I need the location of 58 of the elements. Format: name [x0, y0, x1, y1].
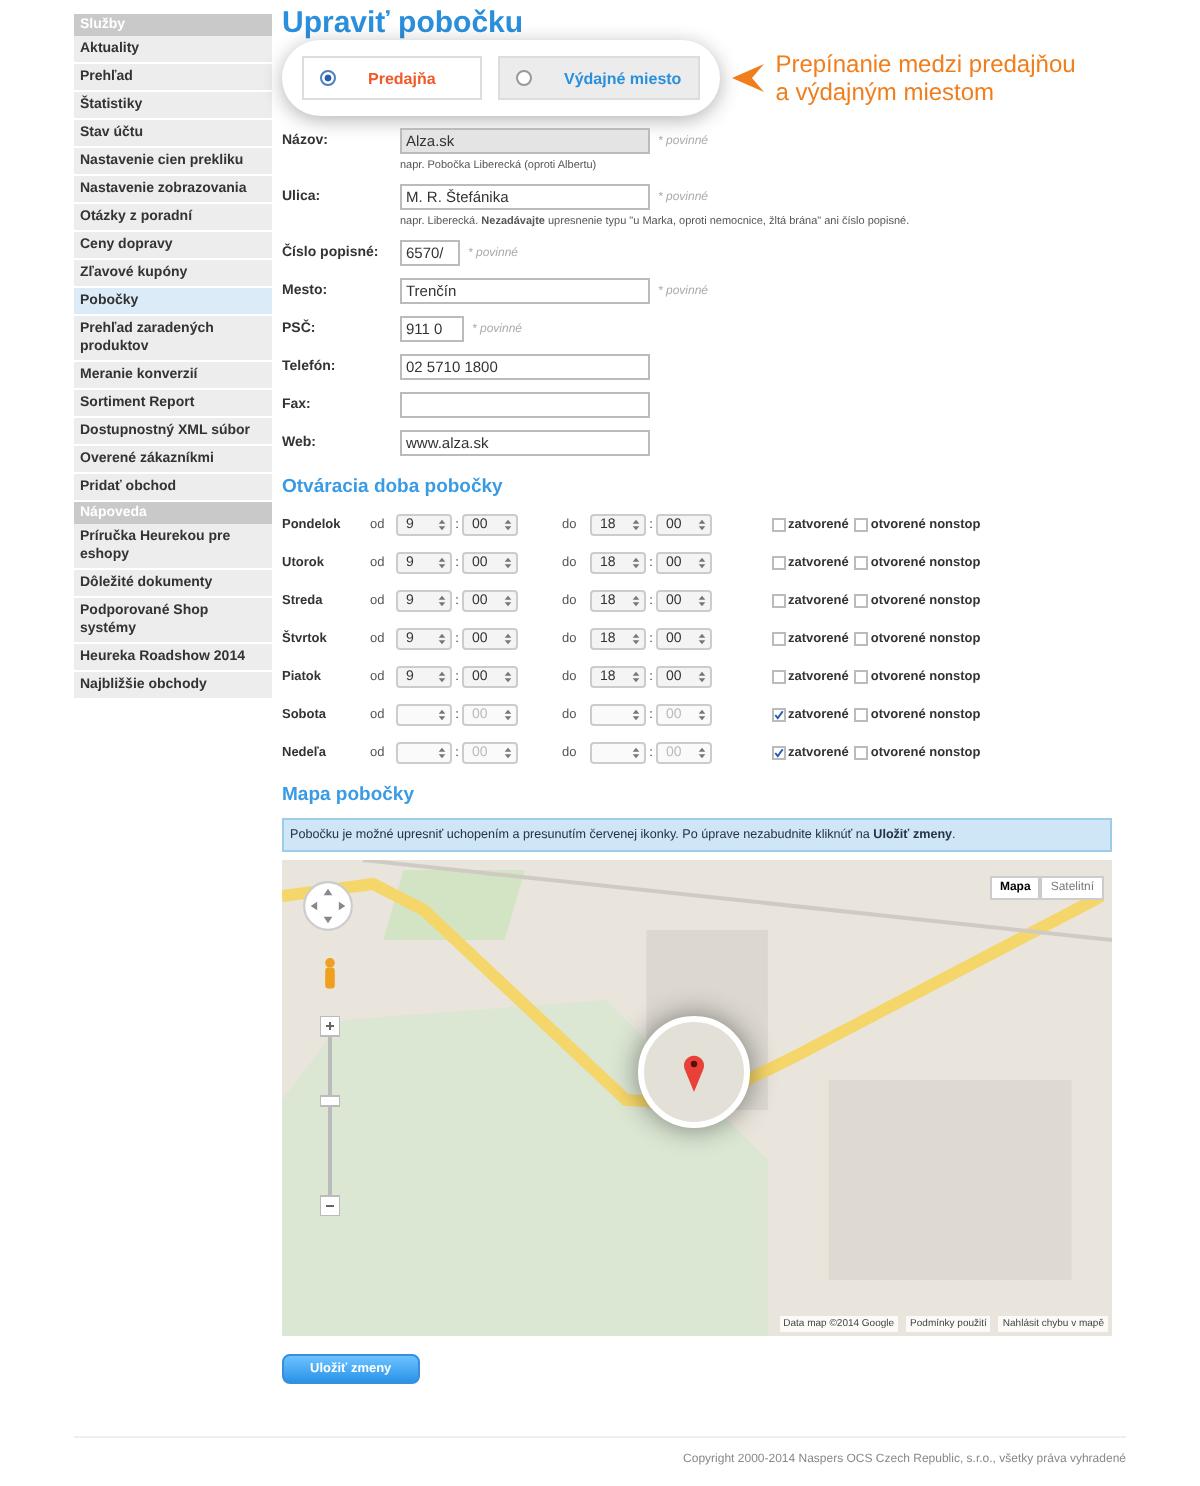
- pan-control-icon[interactable]: [302, 880, 354, 932]
- updown-arrows-icon: [698, 707, 706, 721]
- hour-select[interactable]: [396, 703, 452, 725]
- updown-arrows-icon: [504, 593, 512, 607]
- page-title: Upraviť pobočku: [282, 8, 526, 40]
- updown-arrows-icon: [698, 555, 706, 569]
- updown-arrows-icon: [698, 631, 706, 645]
- updown-arrows-icon: [438, 631, 446, 645]
- updown-arrows-icon: [698, 517, 706, 531]
- updown-arrows-icon: [438, 669, 446, 683]
- updown-arrows-icon: [504, 555, 512, 569]
- updown-arrows-icon: [504, 707, 512, 721]
- updown-arrows-icon: [438, 745, 446, 759]
- hour-select[interactable]: [590, 741, 646, 763]
- updown-arrows-icon: [504, 669, 512, 683]
- updown-arrows-icon: [504, 517, 512, 531]
- annotation-text: Prepínanie medzi predajňou a výdajným miestom: [775, 50, 1078, 106]
- checkbox[interactable]: [772, 517, 786, 531]
- checkbox[interactable]: [854, 707, 869, 721]
- radio-icon: [320, 70, 336, 86]
- section-heading: Mapa pobočky: [282, 784, 416, 806]
- input-field[interactable]: [400, 392, 650, 418]
- hour-select[interactable]: [396, 741, 452, 763]
- updown-arrows-icon: [438, 555, 446, 569]
- updown-arrows-icon: [438, 593, 446, 607]
- zoom-slider-icon[interactable]: [320, 1016, 340, 1216]
- checkbox[interactable]: [854, 669, 869, 683]
- updown-arrows-icon: [632, 745, 640, 759]
- updown-arrows-icon: [632, 555, 640, 569]
- updown-arrows-icon: [632, 517, 640, 531]
- checkbox[interactable]: [772, 593, 786, 607]
- section-heading: Otváracia doba pobočky: [282, 476, 505, 498]
- updown-arrows-icon: [698, 593, 706, 607]
- person-icon[interactable]: [322, 956, 338, 992]
- updown-arrows-icon: [698, 669, 706, 683]
- updown-arrows-icon: [438, 517, 446, 531]
- updown-arrows-icon: [632, 631, 640, 645]
- hour-select[interactable]: [590, 703, 646, 725]
- map-pin-icon[interactable]: [682, 1052, 706, 1092]
- checkbox[interactable]: [854, 593, 869, 607]
- checkbox[interactable]: [854, 555, 869, 569]
- updown-arrows-icon: [438, 707, 446, 721]
- updown-arrows-icon: [504, 631, 512, 645]
- checkbox[interactable]: [772, 555, 786, 569]
- checkbox[interactable]: [772, 631, 786, 645]
- updown-arrows-icon: [632, 669, 640, 683]
- checkbox[interactable]: [854, 745, 869, 759]
- checkbox[interactable]: [854, 517, 869, 531]
- checkbox[interactable]: [772, 707, 786, 721]
- arrow-icon: [731, 64, 764, 92]
- radio-icon: [516, 70, 532, 86]
- checkbox[interactable]: [772, 669, 786, 683]
- updown-arrows-icon: [632, 593, 640, 607]
- checkbox[interactable]: [772, 745, 786, 759]
- updown-arrows-icon: [504, 745, 512, 759]
- updown-arrows-icon: [698, 745, 706, 759]
- checkbox[interactable]: [854, 631, 869, 645]
- updown-arrows-icon: [632, 707, 640, 721]
